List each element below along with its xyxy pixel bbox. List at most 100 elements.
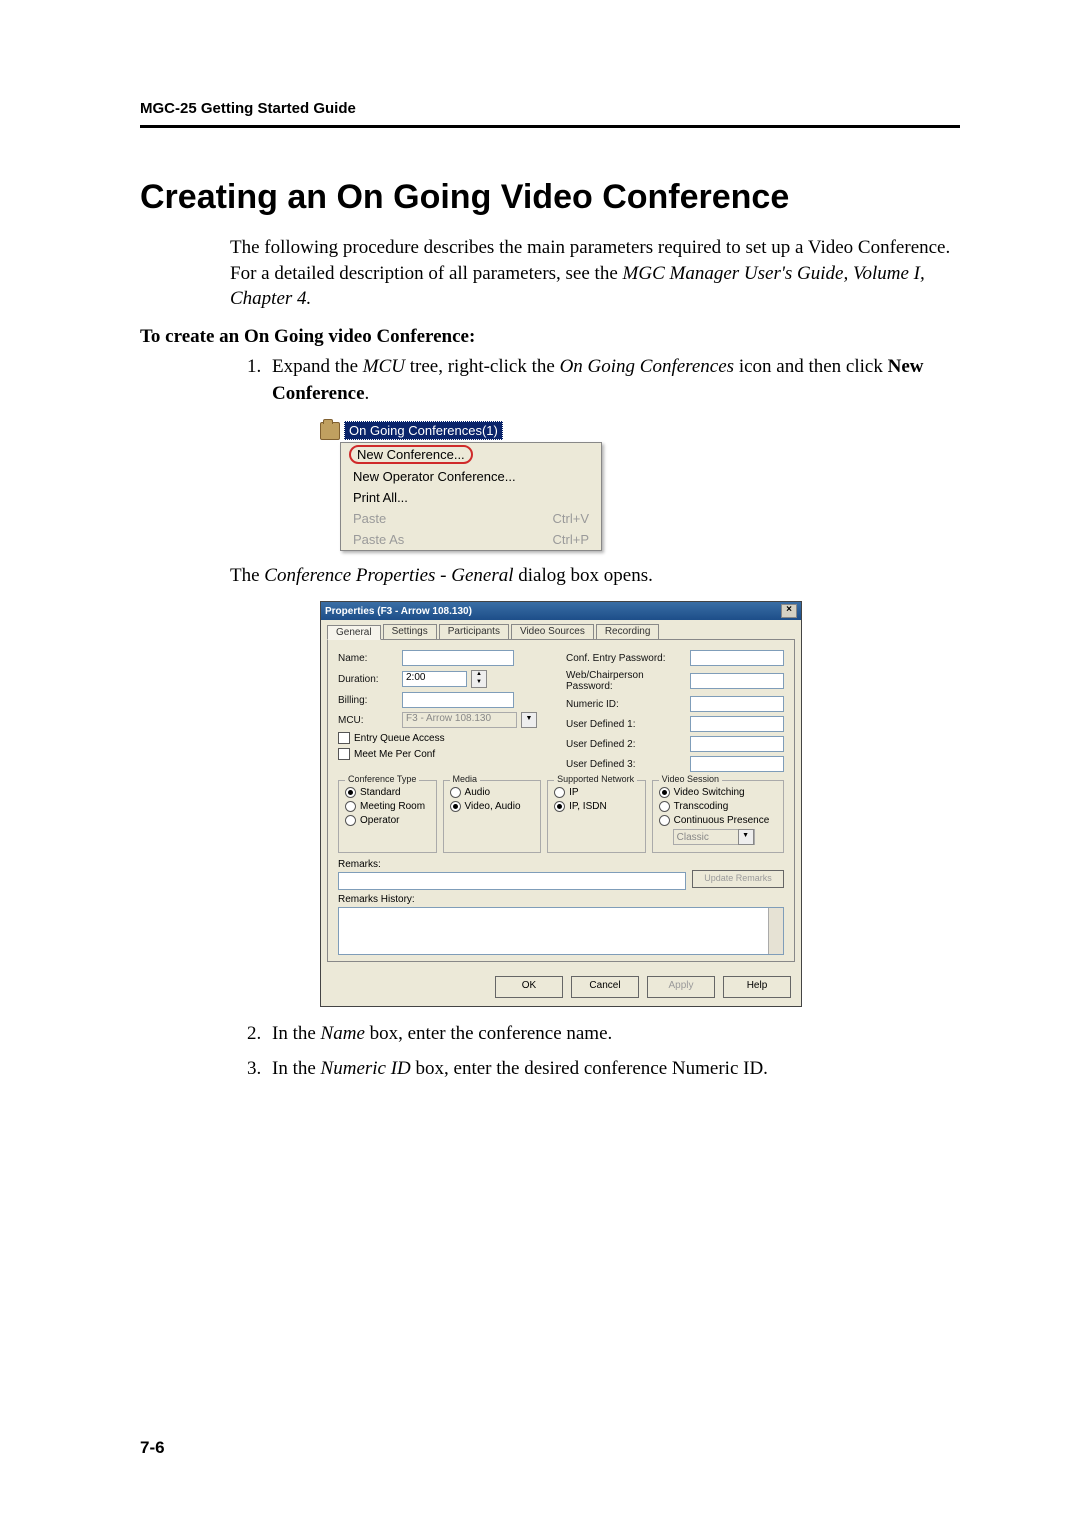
t: Continuous Presence [674,815,770,826]
tree-node-label: On Going Conferences(1) [344,421,503,440]
mcu-label: MCU: [338,715,398,726]
tab-general[interactable]: General [327,625,381,640]
t: . [365,383,370,404]
menu-item-paste: PasteCtrl+V [341,508,601,529]
step-1: Expand the MCU tree, right-click the On … [266,354,960,407]
t: Video Switching [674,787,745,798]
group-title: Supported Network [554,774,637,784]
tree-node[interactable]: On Going Conferences(1) [320,421,620,440]
t: Paste As [353,532,404,547]
radio-ip[interactable] [554,787,565,798]
t: On Going Conferences [560,356,735,377]
context-menu-figure: On Going Conferences(1) New Conference..… [320,421,960,551]
t: box, enter the desired conference Numeri… [411,1058,768,1079]
t: Transcoding [674,801,729,812]
t: IP [569,787,578,798]
t: In the [272,1058,321,1079]
tab-recording[interactable]: Recording [596,624,660,639]
menu-item-new-conference[interactable]: New Conference... [349,445,473,464]
numeric-id-label: Numeric ID: [566,699,686,710]
t: tree, right-click the [405,356,560,377]
group-title: Video Session [659,774,722,784]
group-media: Media Audio Video, Audio [443,780,542,853]
menu-item-print-all[interactable]: Print All... [341,487,601,508]
step-list: Expand the MCU tree, right-click the On … [230,354,960,407]
remarks-input[interactable] [338,872,686,890]
t: Name [321,1023,365,1044]
t: Audio [465,787,491,798]
group-title: Media [450,774,481,784]
chevron-down-icon: ▼ [738,829,754,845]
ud3-label: User Defined 3: [566,759,686,770]
ud1-input[interactable] [690,716,784,732]
t: Numeric ID [321,1058,411,1079]
scrollbar[interactable] [768,908,783,954]
radio-video-switching[interactable] [659,787,670,798]
step-2: In the Name box, enter the conference na… [266,1021,960,1048]
properties-dialog: Properties (F3 - Arrow 108.130) × Genera… [320,601,802,1007]
layout-select: Classic▼ [673,829,755,845]
context-menu-panel: New Conference... New Operator Conferenc… [340,442,602,551]
radio-meeting-room[interactable] [345,801,356,812]
t: Standard [360,787,401,798]
dialog-titlebar[interactable]: Properties (F3 - Arrow 108.130) × [321,602,801,620]
t: dialog box opens. [514,565,653,586]
group-conference-type: Conference Type Standard Meeting Room Op… [338,780,437,853]
menu-item-new-operator-conference[interactable]: New Operator Conference... [341,466,601,487]
ud2-input[interactable] [690,736,784,752]
tab-video-sources[interactable]: Video Sources [511,624,594,639]
t: New Operator Conference... [353,469,516,484]
t: Video, Audio [465,801,521,812]
ud2-label: User Defined 2: [566,739,686,750]
meet-me-label: Meet Me Per Conf [354,749,435,760]
intro-paragraph: The following procedure describes the ma… [230,235,960,312]
running-head: MGC-25 Getting Started Guide [140,100,960,117]
step-3: In the Numeric ID box, enter the desired… [266,1056,960,1083]
conf-pwd-input[interactable] [690,650,784,666]
tab-participants[interactable]: Participants [439,624,509,639]
t: Conference Properties - General [264,565,513,586]
duration-input[interactable]: 2:00 [402,671,467,687]
close-icon[interactable]: × [781,604,797,618]
shortcut: Ctrl+V [553,511,589,526]
page-title: Creating an On Going Video Conference [140,178,960,217]
t: Print All... [353,490,408,505]
radio-ip-isdn[interactable] [554,801,565,812]
group-video-session: Video Session Video Switching Transcodin… [652,780,784,853]
help-button[interactable]: Help [723,976,791,998]
radio-transcoding[interactable] [659,801,670,812]
name-input[interactable] [402,650,514,666]
t: The [230,565,264,586]
chevron-down-icon[interactable]: ▼ [521,712,537,728]
t: icon and then click [734,356,888,377]
numeric-id-input[interactable] [690,696,784,712]
ud3-input[interactable] [690,756,784,772]
entry-queue-checkbox[interactable] [338,732,350,744]
folder-icon [320,422,340,440]
ok-button[interactable]: OK [495,976,563,998]
t: IP, ISDN [569,801,607,812]
step-list-2: In the Name box, enter the conference na… [230,1021,960,1082]
context-menu: On Going Conferences(1) New Conference..… [320,421,620,551]
name-label: Name: [338,653,398,664]
dialog-caption: The Conference Properties - General dial… [230,565,960,587]
billing-input[interactable] [402,692,514,708]
radio-standard[interactable] [345,787,356,798]
radio-operator[interactable] [345,815,356,826]
mcu-select[interactable]: F3 - Arrow 108.130 [402,712,517,728]
chair-pwd-input[interactable] [690,673,784,689]
t: Operator [360,815,399,826]
meet-me-checkbox[interactable] [338,748,350,760]
apply-button: Apply [647,976,715,998]
tab-settings[interactable]: Settings [383,624,437,639]
t: Meeting Room [360,801,425,812]
remarks-history-box[interactable] [338,907,784,955]
t: Expand the [272,356,363,377]
document-page: MGC-25 Getting Started Guide Creating an… [0,0,1080,1528]
radio-audio[interactable] [450,787,461,798]
cancel-button[interactable]: Cancel [571,976,639,998]
radio-video-audio[interactable] [450,801,461,812]
dialog-button-row: OK Cancel Apply Help [321,968,801,1006]
radio-continuous-presence[interactable] [659,815,670,826]
duration-spinner[interactable]: ▲▼ [471,670,487,688]
